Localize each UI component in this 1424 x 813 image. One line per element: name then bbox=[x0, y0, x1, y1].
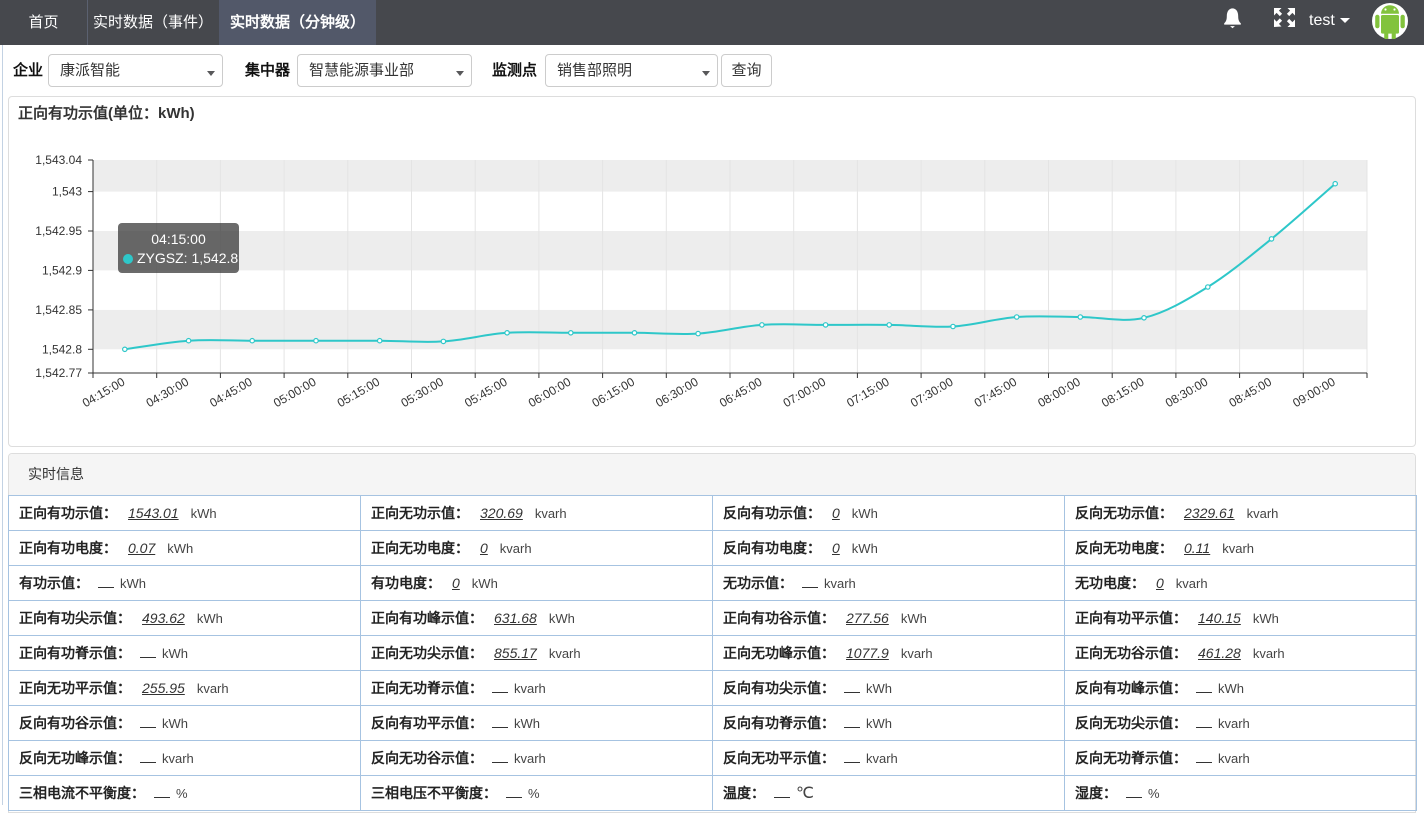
svg-text:08:00:00: 08:00:00 bbox=[1035, 375, 1083, 411]
svg-text:05:00:00: 05:00:00 bbox=[271, 375, 319, 411]
svg-text:08:15:00: 08:15:00 bbox=[1099, 375, 1147, 411]
svg-text:1,542.9: 1,542.9 bbox=[42, 263, 82, 277]
svg-text:04:45:00: 04:45:00 bbox=[207, 375, 255, 411]
svg-text:1,543: 1,543 bbox=[52, 185, 82, 199]
svg-text:08:45:00: 08:45:00 bbox=[1227, 375, 1275, 411]
svg-text:09:00:00: 09:00:00 bbox=[1290, 375, 1338, 411]
svg-text:07:00:00: 07:00:00 bbox=[781, 375, 829, 411]
svg-text:05:30:00: 05:30:00 bbox=[398, 375, 446, 411]
svg-text:1,542.95: 1,542.95 bbox=[35, 224, 82, 238]
svg-text:1,542.8: 1,542.8 bbox=[42, 342, 82, 356]
svg-text:06:00:00: 06:00:00 bbox=[526, 375, 574, 411]
svg-text:07:15:00: 07:15:00 bbox=[844, 375, 892, 411]
svg-text:06:15:00: 06:15:00 bbox=[590, 375, 638, 411]
svg-text:05:45:00: 05:45:00 bbox=[462, 375, 510, 411]
svg-text:1,543.04: 1,543.04 bbox=[35, 153, 82, 167]
svg-text:04:15:00: 04:15:00 bbox=[80, 375, 128, 411]
svg-text:05:15:00: 05:15:00 bbox=[335, 375, 383, 411]
svg-text:1,542.77: 1,542.77 bbox=[35, 366, 82, 380]
svg-text:08:30:00: 08:30:00 bbox=[1163, 375, 1211, 411]
svg-text:1,542.85: 1,542.85 bbox=[35, 303, 82, 317]
svg-text:06:45:00: 06:45:00 bbox=[717, 375, 765, 411]
svg-text:07:30:00: 07:30:00 bbox=[908, 375, 956, 411]
svg-text:07:45:00: 07:45:00 bbox=[972, 375, 1020, 411]
svg-text:06:30:00: 06:30:00 bbox=[653, 375, 701, 411]
svg-text:04:30:00: 04:30:00 bbox=[144, 375, 192, 411]
